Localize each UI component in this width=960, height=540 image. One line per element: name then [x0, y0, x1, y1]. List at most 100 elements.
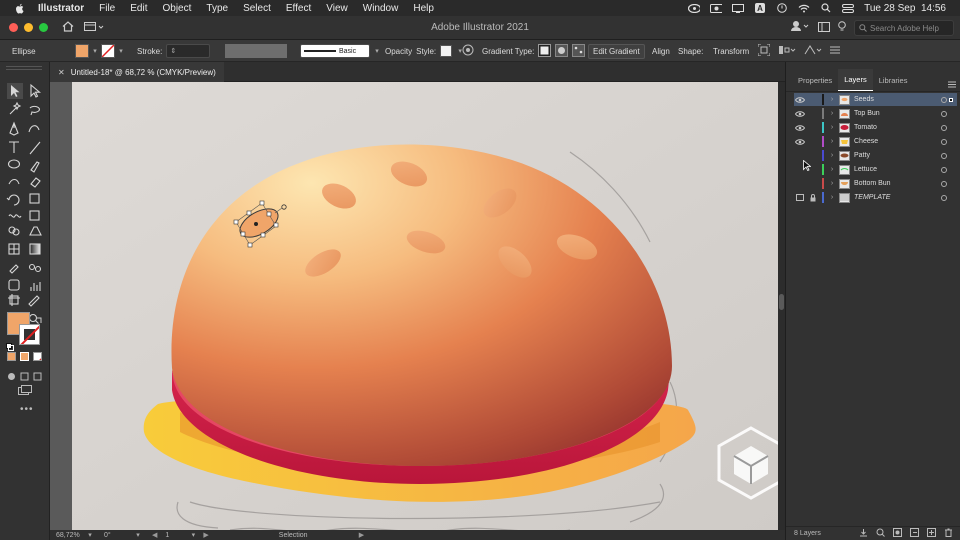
transform-link[interactable]: Transform	[713, 47, 749, 56]
visibility-eye-icon[interactable]	[794, 193, 806, 203]
none-mode-button[interactable]	[33, 352, 42, 361]
menu-effect[interactable]: Effect	[286, 3, 311, 14]
layer-row-tomato[interactable]: › Tomato	[794, 121, 957, 134]
apple-menu-icon[interactable]	[14, 2, 26, 14]
new-sublayer-icon[interactable]	[910, 528, 919, 539]
layer-row-seeds[interactable]: › Seeds	[794, 93, 957, 106]
isolate-group-icon[interactable]	[757, 43, 771, 58]
spotlight-icon[interactable]	[820, 3, 832, 13]
close-tab-icon[interactable]: ✕	[58, 68, 65, 77]
variable-width-profile[interactable]	[225, 44, 287, 58]
keyboard-input-icon[interactable]: A	[754, 3, 766, 13]
chevron-right-icon[interactable]: ›	[827, 166, 837, 173]
home-icon[interactable]	[62, 19, 74, 37]
layer-name[interactable]: Bottom Bun	[854, 180, 941, 187]
lock-icon[interactable]	[808, 123, 818, 133]
artboard-number[interactable]: 1	[165, 532, 189, 539]
lock-icon[interactable]	[808, 137, 818, 147]
panel-menu-icon[interactable]	[948, 75, 956, 93]
layer-target-circle[interactable]	[941, 194, 947, 201]
layer-target-circle[interactable]	[941, 96, 947, 103]
workspace-switcher-icon[interactable]	[818, 19, 830, 37]
color-mode-button[interactable]	[7, 352, 16, 361]
chevron-right-icon[interactable]: ›	[827, 180, 837, 187]
lock-icon[interactable]	[808, 109, 818, 119]
swap-fill-stroke-icon[interactable]	[35, 312, 43, 330]
maximize-window-button[interactable]	[39, 23, 48, 32]
collect-export-icon[interactable]	[859, 528, 868, 539]
layer-name[interactable]: TEMPLATE	[854, 194, 941, 201]
layer-name[interactable]: Lettuce	[854, 166, 941, 173]
share-user-icon[interactable]	[790, 19, 810, 37]
chevron-down-icon[interactable]: ▾	[373, 47, 381, 55]
lock-icon[interactable]	[808, 193, 818, 203]
graphic-style-swatch[interactable]	[440, 45, 453, 57]
layer-name[interactable]: Patty	[854, 152, 941, 159]
chevron-down-icon[interactable]: ▾	[134, 531, 142, 539]
radial-gradient-icon[interactable]	[555, 43, 569, 59]
control-center-icon[interactable]	[842, 3, 855, 13]
layer-name[interactable]: Seeds	[854, 96, 941, 103]
creative-cloud-icon[interactable]	[688, 3, 701, 13]
wifi-icon[interactable]	[798, 3, 810, 13]
discover-lightbulb-icon[interactable]	[838, 19, 846, 37]
menu-view[interactable]: View	[326, 3, 348, 14]
display-icon[interactable]	[732, 3, 745, 13]
locate-object-icon[interactable]	[876, 528, 885, 539]
visibility-eye-icon[interactable]	[794, 123, 806, 133]
rotation-value[interactable]: 0°	[104, 532, 134, 539]
layer-name[interactable]: Top Bun	[854, 110, 941, 117]
layer-target-circle[interactable]	[941, 180, 947, 187]
menu-edit[interactable]: Edit	[130, 3, 147, 14]
artboard-next-icon[interactable]: ▶	[203, 531, 208, 539]
menu-select[interactable]: Select	[243, 3, 271, 14]
opacity-label[interactable]: Opacity	[385, 47, 412, 56]
layer-row-top-bun[interactable]: › Top Bun	[794, 107, 957, 120]
arrange-objects-icon[interactable]	[804, 44, 822, 58]
lock-icon[interactable]	[808, 95, 818, 105]
menu-object[interactable]: Object	[162, 3, 191, 14]
edit-toolbar-icon[interactable]: •••	[20, 404, 34, 415]
chevron-down-icon[interactable]: ▾	[189, 531, 197, 539]
panel-options-icon[interactable]	[830, 45, 840, 57]
clipping-mask-icon[interactable]	[893, 528, 902, 539]
layer-target-circle[interactable]	[941, 124, 947, 131]
screen-record-icon[interactable]	[710, 3, 723, 13]
fill-swatch[interactable]	[75, 44, 89, 58]
document-tab[interactable]: ✕ Untitled-18* @ 68,72 % (CMYK/Preview)	[50, 62, 224, 82]
menu-app-name[interactable]: Illustrator	[38, 3, 84, 14]
layer-name[interactable]: Tomato	[854, 124, 941, 131]
layer-name[interactable]: Cheese	[854, 138, 941, 145]
layer-target-circle[interactable]	[941, 138, 947, 145]
chevron-right-icon[interactable]: ›	[827, 110, 837, 117]
close-window-button[interactable]	[9, 23, 18, 32]
chevron-down-icon[interactable]: ▾	[91, 47, 99, 55]
recolor-artwork-icon[interactable]	[462, 44, 474, 58]
layer-target-circle[interactable]	[941, 166, 947, 173]
chevron-right-icon[interactable]: ›	[827, 124, 837, 131]
gradient-mode-button[interactable]	[20, 352, 29, 361]
stroke-weight-field[interactable]: ⇕	[166, 44, 211, 58]
chevron-right-icon[interactable]: ›	[827, 194, 837, 201]
layer-row-lettuce[interactable]: › Lettuce	[794, 163, 957, 176]
layer-target-circle[interactable]	[941, 110, 947, 117]
shape-label[interactable]: Shape:	[678, 47, 703, 56]
new-layer-icon[interactable]	[927, 528, 936, 539]
menu-type[interactable]: Type	[206, 3, 228, 14]
screen-mode-icon[interactable]	[18, 382, 32, 400]
menu-window[interactable]: Window	[363, 3, 399, 14]
chevron-right-icon[interactable]: ›	[827, 96, 837, 103]
align-link[interactable]: Align	[652, 47, 670, 56]
layer-target-circle[interactable]	[941, 152, 947, 159]
current-tool-label[interactable]: Selection	[279, 532, 359, 539]
layer-row-template[interactable]: › TEMPLATE	[794, 191, 957, 204]
help-search-input[interactable]: Search Adobe Help	[854, 20, 954, 36]
chevron-right-icon[interactable]: ›	[827, 152, 837, 159]
chevron-down-icon[interactable]: ▾	[86, 531, 94, 539]
tab-layers[interactable]: Layers	[838, 69, 873, 91]
artboard-navigation-icon[interactable]: ◀	[152, 531, 157, 539]
toolbar-grip[interactable]	[6, 66, 42, 70]
artboard-canvas[interactable]	[50, 82, 785, 530]
vertical-scrollbar[interactable]	[778, 82, 785, 530]
tab-properties[interactable]: Properties	[792, 69, 838, 91]
